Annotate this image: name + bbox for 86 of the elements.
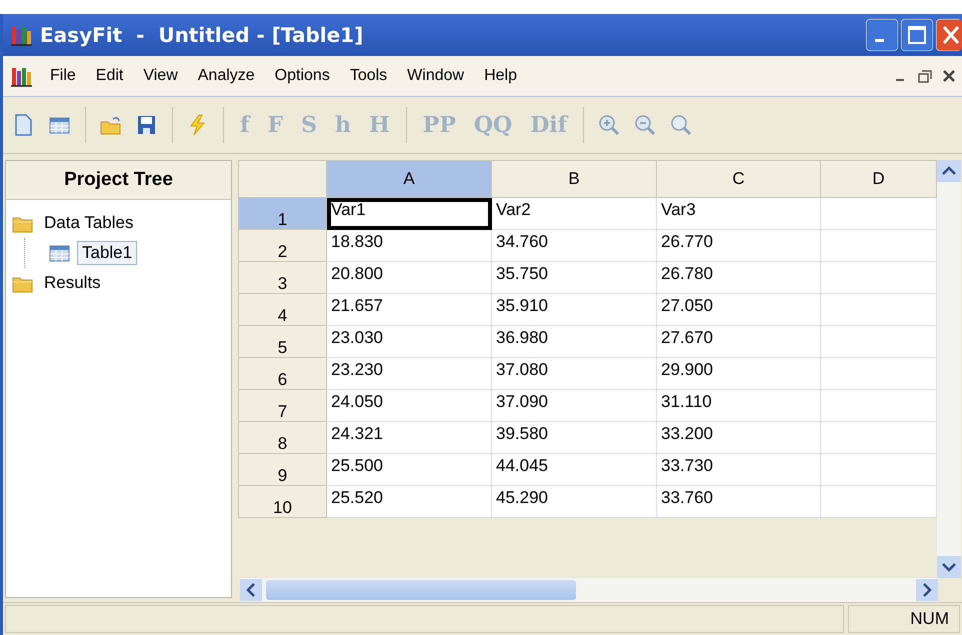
row-header[interactable]: 8 xyxy=(238,422,326,454)
column-header[interactable]: B xyxy=(492,160,656,198)
table-cell[interactable]: 36.980 xyxy=(492,326,656,358)
scroll-right-button[interactable] xyxy=(916,579,938,601)
table-cell[interactable]: 39.580 xyxy=(492,422,656,454)
row-header[interactable]: 1 xyxy=(238,198,326,230)
minimize-button[interactable] xyxy=(866,19,898,51)
table-cell[interactable] xyxy=(820,486,936,518)
table-cell[interactable]: 37.090 xyxy=(492,390,656,422)
status-indicator: NUM xyxy=(848,605,960,633)
menu-item[interactable]: Options xyxy=(272,65,332,87)
zoom-in-button[interactable] xyxy=(598,114,620,136)
table-cell[interactable] xyxy=(820,294,936,326)
row-header[interactable]: 5 xyxy=(238,326,326,358)
table-cell[interactable]: 33.200 xyxy=(656,422,820,454)
table-cell[interactable] xyxy=(820,198,936,230)
table-cell[interactable]: 23.230 xyxy=(326,358,492,390)
row-header[interactable]: 10 xyxy=(238,486,326,518)
menu-item[interactable]: Window xyxy=(405,65,466,87)
menu-item[interactable]: View xyxy=(141,65,180,87)
scroll-up-button[interactable] xyxy=(937,160,961,182)
table-cell[interactable]: 26.770 xyxy=(656,230,820,262)
table-cell[interactable]: Var1 xyxy=(326,198,492,230)
column-header[interactable]: D xyxy=(820,160,936,198)
document-button[interactable] xyxy=(13,114,35,136)
scroll-left-button[interactable] xyxy=(240,579,262,601)
table-cell[interactable]: 35.750 xyxy=(492,262,656,294)
table-cell[interactable]: 26.780 xyxy=(656,262,820,294)
menu-item[interactable]: File xyxy=(48,65,78,87)
app-icon xyxy=(11,24,32,46)
magnifier-button[interactable] xyxy=(670,114,692,136)
table-cell[interactable] xyxy=(820,390,936,422)
menu-item[interactable]: Help xyxy=(482,65,519,87)
table-cell[interactable]: 35.910 xyxy=(492,294,656,326)
row-header[interactable]: 3 xyxy=(238,262,326,294)
tree-item[interactable]: Results xyxy=(39,271,106,295)
table-cell[interactable]: 27.050 xyxy=(656,294,820,326)
maximize-button[interactable] xyxy=(901,19,933,51)
table-cell[interactable]: 34.760 xyxy=(492,230,656,262)
table-cell[interactable] xyxy=(820,262,936,294)
row-header[interactable]: 7 xyxy=(238,390,326,422)
row-header[interactable]: 9 xyxy=(238,454,326,486)
window-title: EasyFit - Untitled - [Table1] xyxy=(40,23,364,47)
row-header[interactable]: 4 xyxy=(238,294,326,326)
table-cell[interactable]: Var2 xyxy=(492,198,656,230)
panel-title: Project Tree xyxy=(6,161,231,200)
restore-icon[interactable] xyxy=(918,69,932,83)
table-cell[interactable]: 23.030 xyxy=(326,326,492,358)
table-cell[interactable]: 33.730 xyxy=(656,454,820,486)
table-cell[interactable]: 33.760 xyxy=(656,486,820,518)
row-header[interactable]: 2 xyxy=(238,230,326,262)
scrollbar-thumb[interactable] xyxy=(266,580,576,600)
app-icon xyxy=(11,66,32,86)
table-cell[interactable]: 25.500 xyxy=(326,454,492,486)
table-cell[interactable]: 31.110 xyxy=(656,390,820,422)
menu-item[interactable]: Tools xyxy=(348,65,390,87)
row-header[interactable]: 6 xyxy=(238,358,326,390)
folder-button[interactable] xyxy=(100,114,122,136)
scroll-down-button[interactable] xyxy=(937,556,961,578)
table-cell[interactable] xyxy=(820,358,936,390)
table-cell[interactable]: 27.670 xyxy=(656,326,820,358)
table-cell[interactable]: 45.290 xyxy=(492,486,656,518)
table-cell[interactable] xyxy=(820,422,936,454)
table-cell[interactable]: 18.830 xyxy=(326,230,492,262)
table-cell[interactable]: 25.520 xyxy=(326,486,492,518)
table-cell[interactable]: 44.045 xyxy=(492,454,656,486)
table-cell[interactable] xyxy=(820,326,936,358)
table-cell[interactable]: 21.657 xyxy=(326,294,492,326)
menu-item[interactable]: Analyze xyxy=(196,65,257,87)
table-cell[interactable]: Var3 xyxy=(656,198,820,230)
floppy-disk-button[interactable] xyxy=(136,114,158,136)
tree-item[interactable]: Data Tables xyxy=(39,211,138,235)
close-icon[interactable] xyxy=(942,69,956,83)
column-header[interactable]: A xyxy=(326,160,492,198)
table-cell[interactable] xyxy=(820,454,936,486)
table-cell[interactable] xyxy=(820,230,936,262)
table-cell[interactable]: 29.900 xyxy=(656,358,820,390)
table-cell[interactable]: 20.800 xyxy=(326,262,492,294)
zoom-out-button[interactable] xyxy=(634,114,656,136)
tree-item[interactable]: Table1 xyxy=(77,241,138,265)
close-button[interactable] xyxy=(936,19,962,51)
menu-item[interactable]: Edit xyxy=(94,65,126,87)
column-header[interactable]: C xyxy=(656,160,820,198)
table-cell[interactable]: 24.321 xyxy=(326,422,492,454)
table-cell[interactable]: 24.050 xyxy=(326,390,492,422)
table-cell[interactable]: 37.080 xyxy=(492,358,656,390)
